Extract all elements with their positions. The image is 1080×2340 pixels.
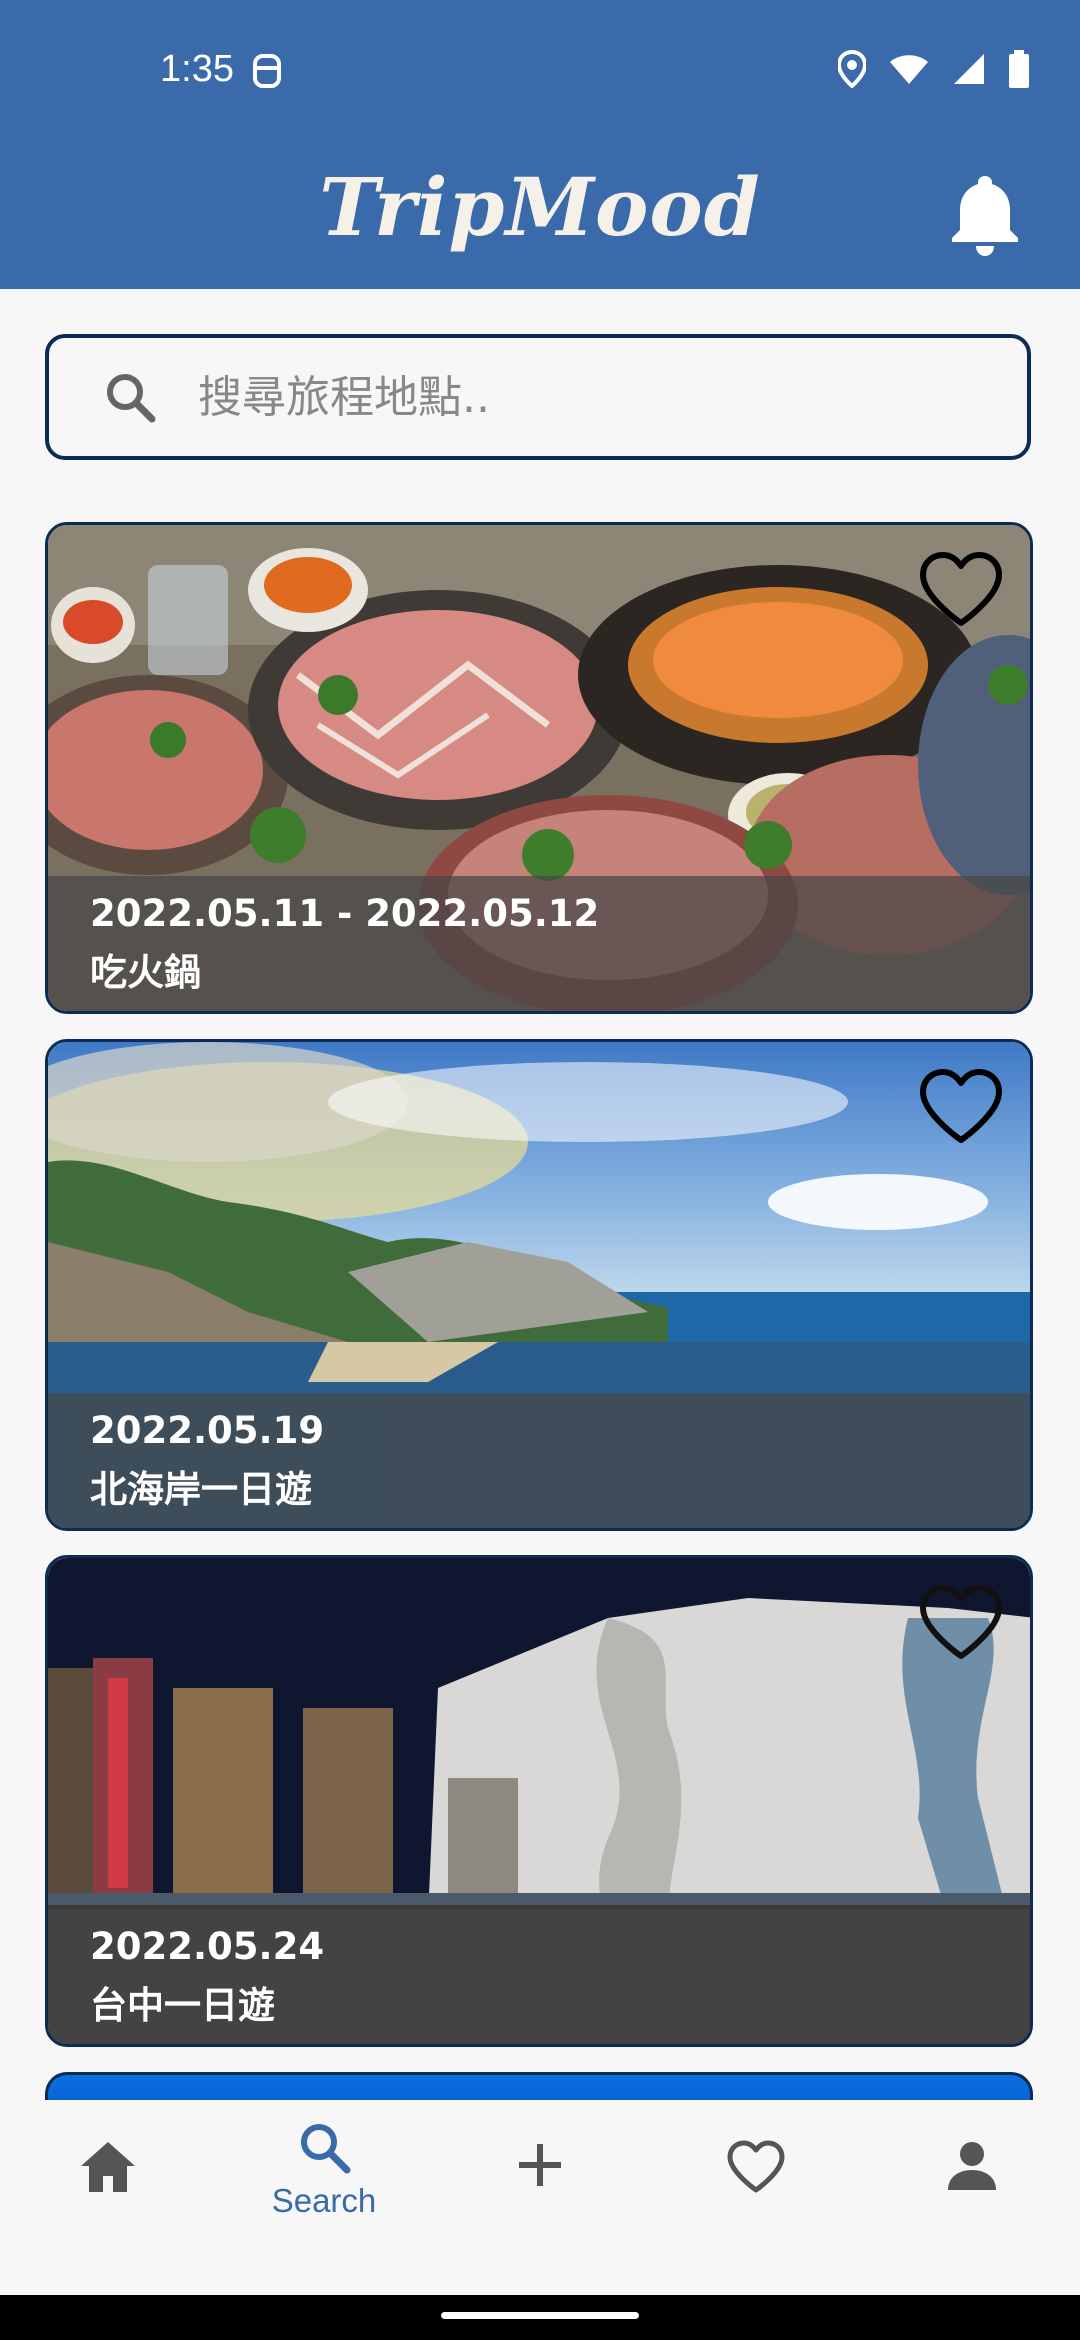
gesture-handle[interactable] bbox=[441, 2312, 639, 2319]
trip-caption: 2022.05.24 台中一日遊 bbox=[48, 1909, 1030, 2044]
nav-home[interactable] bbox=[48, 2140, 168, 2198]
search-icon bbox=[297, 2124, 351, 2178]
nav-profile[interactable] bbox=[912, 2140, 1032, 2196]
nav-search[interactable]: Search bbox=[264, 2120, 384, 2220]
location-icon bbox=[836, 49, 868, 92]
search-box[interactable] bbox=[45, 334, 1031, 460]
nav-search-label: Search bbox=[271, 2182, 377, 2219]
bell-icon[interactable] bbox=[950, 172, 1020, 260]
system-gesture-bar bbox=[0, 2295, 1080, 2340]
nav-favorites[interactable] bbox=[696, 2140, 816, 2198]
bottom-navigation: Search bbox=[0, 2100, 1080, 2295]
trip-name: 台中一日遊 bbox=[90, 1984, 275, 2027]
trip-caption: 2022.05.19 北海岸一日遊 bbox=[48, 1393, 1030, 1528]
nav-add[interactable] bbox=[480, 2140, 600, 2194]
vpn-status-icon bbox=[252, 52, 282, 94]
heart-icon bbox=[726, 2140, 786, 2198]
trip-date: 2022.05.11 - 2022.05.12 bbox=[90, 892, 600, 935]
wifi-icon bbox=[888, 52, 930, 90]
trip-caption: 2022.05.11 - 2022.05.12 吃火鍋 bbox=[48, 876, 1030, 1011]
trip-card[interactable]: 2022.05.24 台中一日遊 bbox=[45, 1555, 1033, 2047]
person-icon bbox=[946, 2142, 998, 2196]
status-time: 1:35 bbox=[160, 48, 234, 90]
plus-icon bbox=[515, 2144, 565, 2194]
trip-card[interactable]: 2022.05.19 北海岸一日遊 bbox=[45, 1039, 1033, 1531]
heart-icon[interactable] bbox=[918, 551, 1004, 633]
top-app-bar: 1:35 TripMood bbox=[0, 0, 1080, 289]
home-icon bbox=[79, 2142, 137, 2198]
heart-icon[interactable] bbox=[918, 1584, 1004, 1666]
trip-date: 2022.05.24 bbox=[90, 1925, 325, 1968]
trip-card[interactable]: 2022.05.11 - 2022.05.12 吃火鍋 bbox=[45, 522, 1033, 1014]
battery-icon bbox=[1008, 50, 1030, 92]
trip-date: 2022.05.19 bbox=[90, 1409, 325, 1452]
trip-name: 北海岸一日遊 bbox=[90, 1468, 312, 1511]
trip-name: 吃火鍋 bbox=[90, 951, 201, 994]
app-title: TripMood bbox=[319, 160, 761, 254]
status-icons bbox=[836, 49, 1030, 92]
search-input[interactable] bbox=[196, 370, 960, 424]
heart-icon[interactable] bbox=[918, 1068, 1004, 1150]
signal-icon bbox=[952, 52, 986, 90]
search-icon bbox=[104, 371, 156, 423]
